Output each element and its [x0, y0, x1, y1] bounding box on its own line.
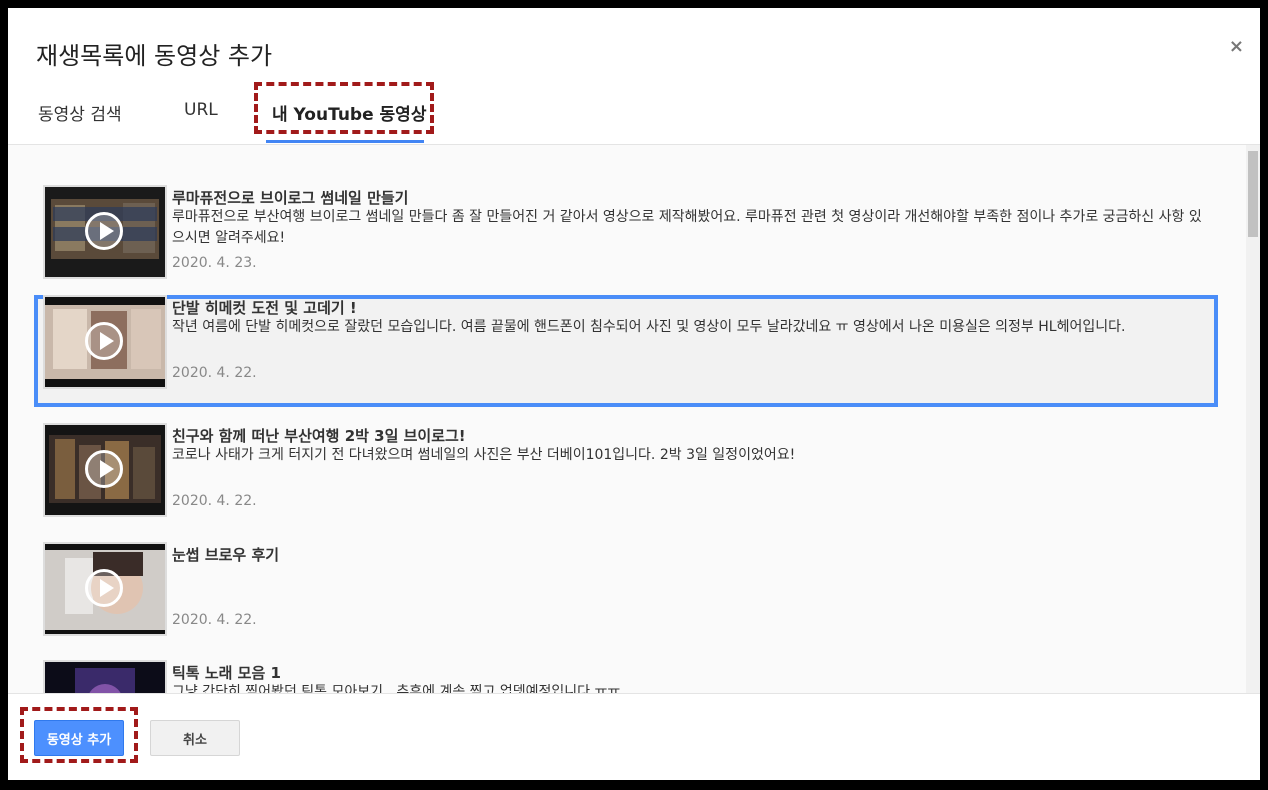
- add-video-dialog: 재생목록에 동영상 추가 × 동영상 검색 URL 내 YouTube 동영상 …: [8, 8, 1260, 780]
- video-title: 틱톡 노래 모음 1: [172, 664, 281, 682]
- video-date: 2020. 4. 22.: [172, 365, 257, 381]
- video-description: 루마퓨전으로 부산여행 브이로그 썸네일 만들다 좀 잘 만들어진 거 같아서 …: [172, 209, 1202, 246]
- video-description: 그냥 간단히 찍어봤던 틱톡 모아보기.. 추후에 계속 찍고 업뎃예정입니다 …: [172, 684, 621, 693]
- video-description: 코로나 사태가 크게 터지기 전 다녀왔으며 썸네일의 사진은 부산 더베이10…: [172, 447, 796, 463]
- video-title: 루마퓨전으로 브이로그 썸네일 만들기: [172, 189, 409, 207]
- dialog-footer: 동영상 추가 취소: [8, 693, 1260, 780]
- video-thumbnail: [43, 185, 167, 279]
- video-list-item[interactable]: 루마퓨전으로 브이로그 썸네일 만들기 루마퓨전으로 부산여행 브이로그 썸네일…: [34, 185, 1218, 289]
- close-icon[interactable]: ×: [1229, 36, 1244, 57]
- tab-url[interactable]: URL: [184, 100, 218, 120]
- thumbnail-image: [45, 662, 165, 693]
- tab-bar: 동영상 검색 URL 내 YouTube 동영상: [8, 90, 1260, 145]
- cancel-button[interactable]: 취소: [150, 720, 240, 756]
- video-list-item[interactable]: 눈썹 브로우 후기 2020. 4. 22.: [34, 542, 1218, 646]
- video-title: 친구와 함께 떠난 부산여행 2박 3일 브이로그!: [172, 427, 466, 445]
- active-tab-indicator: [266, 140, 424, 143]
- tab-my-youtube-videos[interactable]: 내 YouTube 동영상: [272, 100, 426, 125]
- video-list-item[interactable]: 친구와 함께 떠난 부산여행 2박 3일 브이로그! 코로나 사태가 크게 터지…: [34, 423, 1218, 527]
- scrollbar-thumb[interactable]: [1248, 151, 1258, 237]
- video-thumbnail: [43, 660, 167, 693]
- video-thumbnail: [43, 295, 167, 389]
- video-thumbnail: [43, 423, 167, 517]
- video-thumbnail: [43, 542, 167, 636]
- play-icon: [85, 212, 123, 250]
- list-scrollbar[interactable]: [1246, 145, 1260, 693]
- play-icon: [85, 322, 123, 360]
- video-date: 2020. 4. 23.: [172, 255, 257, 271]
- video-list-item-selected[interactable]: 단발 히메컷 도전 및 고데기 ! 작년 여름에 단발 히메컷으로 잘랐던 모습…: [34, 295, 1218, 407]
- play-icon: [85, 569, 123, 607]
- video-list-item[interactable]: 틱톡 노래 모음 1 그냥 간단히 찍어봤던 틱톡 모아보기.. 추후에 계속 …: [34, 660, 1218, 693]
- video-title: 단발 히메컷 도전 및 고데기 !: [172, 299, 357, 317]
- video-date: 2020. 4. 22.: [172, 612, 257, 628]
- video-date: 2020. 4. 22.: [172, 493, 257, 509]
- video-list[interactable]: 루마퓨전으로 브이로그 썸네일 만들기 루마퓨전으로 부산여행 브이로그 썸네일…: [8, 145, 1260, 693]
- dialog-title: 재생목록에 동영상 추가: [36, 42, 273, 70]
- play-icon: [85, 450, 123, 488]
- add-video-button[interactable]: 동영상 추가: [34, 720, 124, 756]
- tab-video-search[interactable]: 동영상 검색: [38, 100, 122, 125]
- video-title: 눈썹 브로우 후기: [172, 546, 280, 564]
- video-description: 작년 여름에 단발 히메컷으로 잘랐던 모습입니다. 여름 끝물에 핸드폰이 침…: [172, 319, 1126, 335]
